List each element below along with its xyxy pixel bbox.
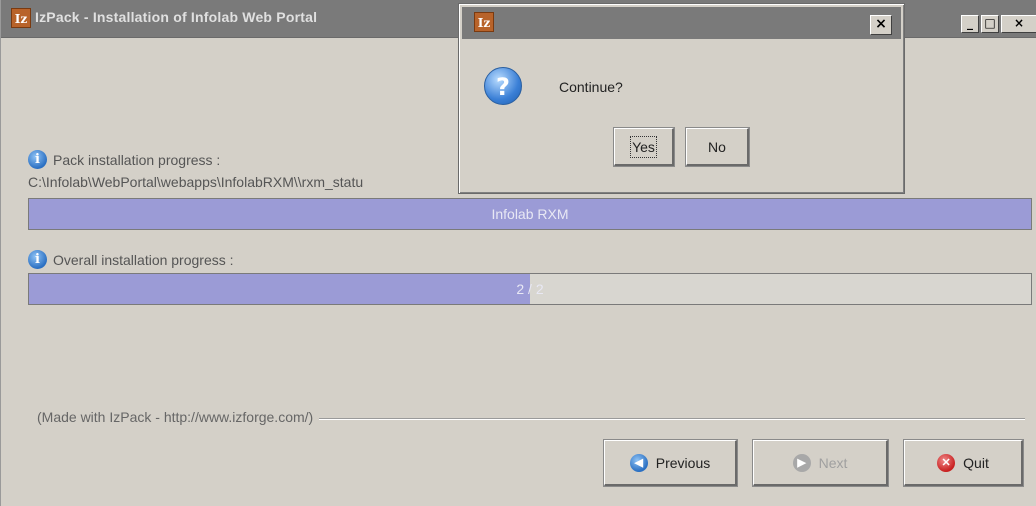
no-button[interactable]: No — [685, 127, 750, 167]
made-with-izpack-text: (Made with IzPack - http://www.izforge.c… — [37, 409, 320, 425]
next-arrow-icon: ▶ — [792, 453, 811, 472]
continue-dialog: Iz × ? Continue? Yes No — [458, 3, 905, 194]
pack-progress-bar: Infolab RXM — [28, 198, 1032, 230]
quit-icon: ✕ — [937, 453, 956, 472]
previous-button[interactable]: ◀ Previous — [603, 439, 738, 487]
quit-button[interactable]: ✕ Quit — [903, 439, 1024, 487]
previous-arrow-icon: ◀ — [629, 453, 648, 472]
pack-current-file-path: C:\Infolab\WebPortal\webapps\InfolabRXM\… — [28, 174, 364, 190]
izpack-app-icon: Iz — [474, 12, 494, 32]
minimize-button[interactable]: _ — [961, 15, 979, 33]
previous-button-label: Previous — [655, 454, 711, 471]
overall-progress-text: 2 / 2 — [516, 281, 544, 297]
pack-progress-label-text: Pack installation progress : — [53, 151, 221, 168]
no-button-label: No — [708, 138, 726, 155]
overall-progress-label-text: Overall installation progress : — [53, 251, 234, 268]
info-icon: i — [28, 150, 47, 169]
next-button-label: Next — [818, 454, 848, 471]
window-title: IzPack - Installation of Infolab Web Por… — [35, 9, 318, 25]
dialog-close-button[interactable]: × — [870, 15, 892, 35]
next-button[interactable]: ▶ Next — [752, 439, 889, 487]
pack-progress-text: Infolab RXM — [491, 206, 569, 222]
pack-progress-label: i Pack installation progress : — [28, 150, 220, 169]
dialog-message: Continue? — [559, 79, 623, 95]
info-icon: i — [28, 250, 47, 269]
izpack-app-icon: Iz — [11, 8, 31, 28]
maximize-button[interactable]: □ — [981, 15, 999, 33]
yes-button[interactable]: Yes — [613, 127, 675, 167]
overall-progress-label: i Overall installation progress : — [28, 250, 234, 269]
dialog-titlebar[interactable]: Iz × — [462, 7, 901, 39]
overall-progress-bar: 2 / 2 — [28, 273, 1032, 305]
yes-button-label: Yes — [630, 135, 657, 158]
question-icon: ? — [484, 67, 522, 105]
close-window-button[interactable]: × — [1001, 15, 1036, 33]
quit-button-label: Quit — [963, 454, 989, 471]
